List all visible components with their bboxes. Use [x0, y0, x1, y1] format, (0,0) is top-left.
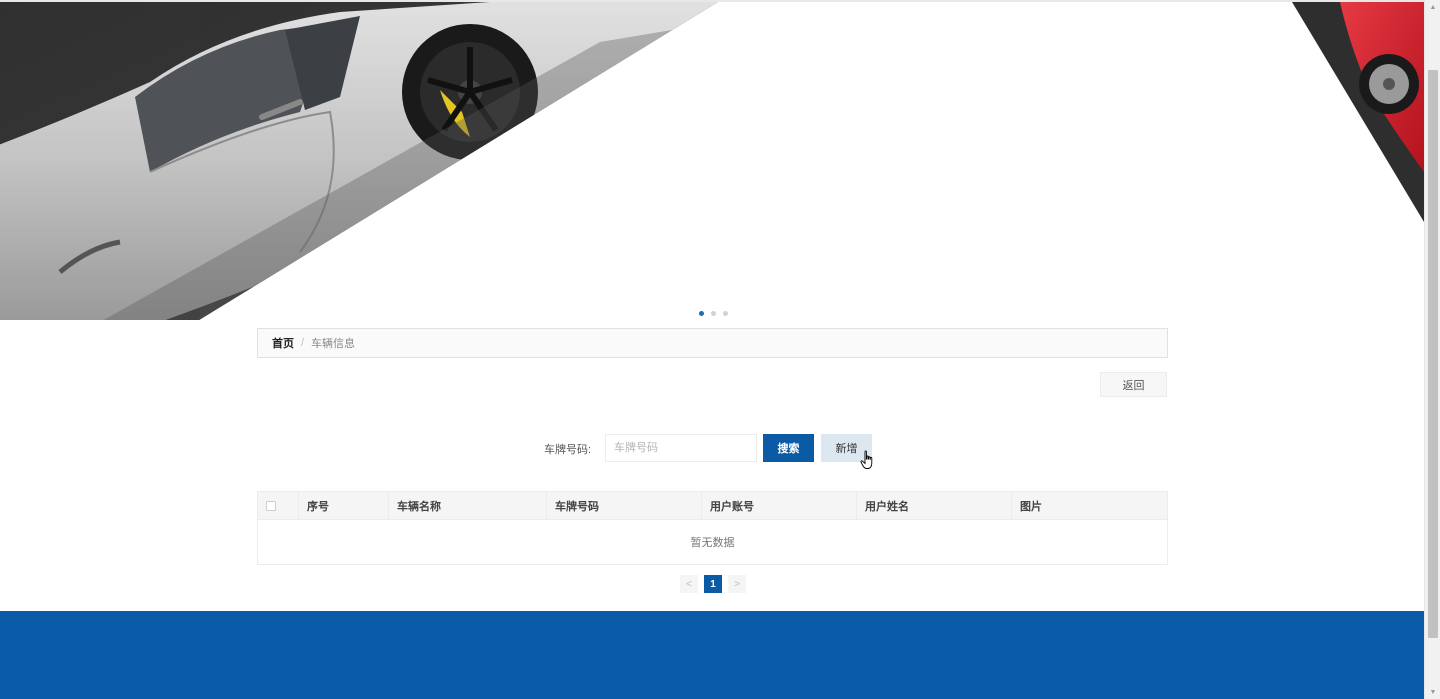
plate-number-search-input[interactable]: [605, 434, 757, 462]
column-header-user-account: 用户账号: [702, 492, 857, 519]
column-header-image: 图片: [1020, 500, 1042, 513]
table-empty-row: 暂无数据: [258, 520, 1167, 565]
breadcrumb-separator: /: [301, 337, 305, 349]
column-header-vehicle-name: 车辆名称: [389, 492, 547, 519]
column-header-user-name: 用户姓名: [857, 492, 1012, 519]
scroll-up-arrow-icon[interactable]: ▲: [1425, 0, 1440, 14]
scrollbar-thumb[interactable]: [1428, 70, 1438, 638]
banner-carousel[interactable]: [0, 0, 1424, 320]
search-label: 车牌号码:: [544, 444, 592, 456]
vehicle-table: 序号 车辆名称 车牌号码 用户账号 用户姓名 图片 暂无数据: [257, 491, 1168, 565]
scroll-down-arrow-icon[interactable]: ▼: [1425, 685, 1440, 699]
pagination-page-current[interactable]: 1: [704, 575, 722, 593]
breadcrumb: 首页 / 车辆信息: [257, 328, 1168, 358]
column-header-plate-number: 车牌号码: [547, 492, 702, 519]
pagination-next-button[interactable]: >: [728, 575, 746, 593]
breadcrumb-current: 车辆信息: [311, 338, 356, 350]
banner-image: [0, 2, 1424, 320]
breadcrumb-home-link[interactable]: 首页: [272, 335, 294, 351]
pagination-prev-button[interactable]: <: [680, 575, 698, 593]
select-all-checkbox[interactable]: [266, 500, 276, 511]
page: 首页 / 车辆信息 返回 车牌号码: 搜索 新增 序号 车辆名称 车牌号码 用户…: [0, 0, 1424, 699]
carousel-dot-3[interactable]: [723, 311, 728, 316]
pagination: < 1 >: [680, 575, 746, 593]
back-button[interactable]: 返回: [1100, 372, 1167, 397]
carousel-indicators: [699, 311, 728, 316]
carousel-dot-2[interactable]: [711, 311, 716, 316]
table-header: 序号 车辆名称 车牌号码 用户账号 用户姓名 图片: [258, 492, 1167, 520]
search-button[interactable]: 搜索: [763, 434, 814, 462]
carousel-dot-1[interactable]: [699, 311, 704, 316]
vertical-scrollbar[interactable]: ▲ ▼: [1424, 0, 1440, 699]
column-header-seq: 序号: [299, 492, 389, 519]
add-button[interactable]: 新增: [821, 434, 872, 462]
footer: [0, 611, 1424, 699]
header-checkbox-cell: [258, 492, 299, 519]
